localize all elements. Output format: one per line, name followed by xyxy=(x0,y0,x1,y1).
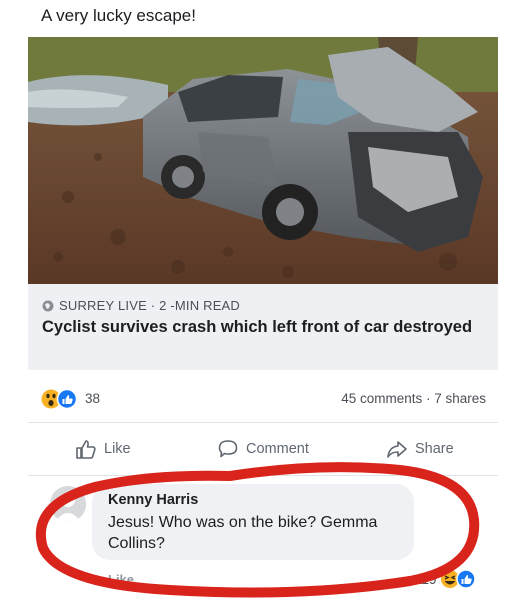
comment-text: Jesus! Who was on the bike? Gemma Collin… xyxy=(108,514,378,552)
like-reaction-icon xyxy=(56,388,78,410)
divider xyxy=(28,475,498,476)
post-text: A very lucky escape! xyxy=(41,6,196,25)
reaction-count[interactable]: 38 xyxy=(85,391,100,406)
divider xyxy=(28,422,498,423)
person-icon xyxy=(50,486,86,522)
comment-label: Comment xyxy=(246,441,309,457)
comment-author[interactable]: Kenny Harris xyxy=(108,492,198,508)
action-bar: Like Comment Share xyxy=(28,430,498,470)
link-preview-card[interactable]: SURREY LIVE · 2 -MIN READ Cyclist surviv… xyxy=(28,284,498,370)
share-button[interactable]: Share xyxy=(386,438,454,460)
link-headline[interactable]: Cyclist survives crash which left front … xyxy=(42,317,482,338)
reactions-row: 38 45 comments · 7 shares xyxy=(41,388,486,410)
comment-reactions[interactable]: 119 xyxy=(415,569,478,589)
comment-bubble: Kenny Harris Jesus! Who was on the bike?… xyxy=(92,484,414,560)
thumbs-up-icon xyxy=(76,440,96,459)
link-source-label: SURREY LIVE · 2 -MIN READ xyxy=(59,298,241,313)
comment-like-link[interactable]: Like xyxy=(108,572,134,587)
comment-reaction-count: 119 xyxy=(415,571,437,587)
comment-icon xyxy=(218,440,238,458)
globe-icon xyxy=(42,300,54,311)
like-button[interactable]: Like xyxy=(75,438,131,460)
comment-button[interactable]: Comment xyxy=(217,438,309,460)
share-icon xyxy=(387,441,407,458)
share-label: Share xyxy=(415,441,454,457)
reaction-icons[interactable] xyxy=(41,388,81,410)
avatar[interactable] xyxy=(50,486,86,522)
like-reaction-icon xyxy=(455,569,476,589)
crashed-car-photo xyxy=(28,37,498,284)
link-preview-image[interactable] xyxy=(28,37,498,284)
like-label: Like xyxy=(104,441,131,457)
link-source: SURREY LIVE · 2 -MIN READ xyxy=(42,298,240,313)
comments-shares-count[interactable]: 45 comments · 7 shares xyxy=(341,391,486,406)
